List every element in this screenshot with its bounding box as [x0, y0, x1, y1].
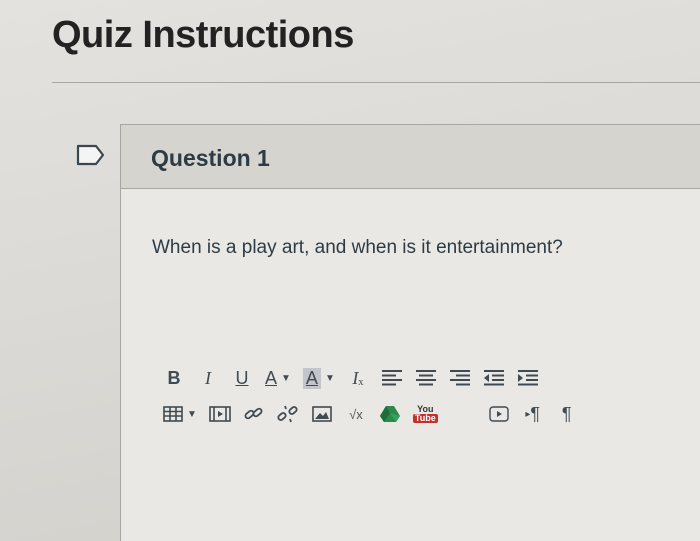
chevron-down-icon: ▼ — [324, 372, 335, 384]
question-card: Question 1 When is a play art, and when … — [120, 124, 700, 541]
toolbar-row-1: B I U A ▼ A ▼ Ix — [163, 363, 700, 393]
bold-button[interactable]: B — [163, 366, 185, 390]
clear-formatting-button[interactable]: Ix — [347, 366, 369, 390]
chevron-down-icon: ▼ — [187, 408, 197, 420]
text-color-label: A — [265, 367, 278, 388]
indent-icon[interactable] — [517, 366, 539, 390]
math-equation-icon[interactable]: √x — [345, 402, 367, 426]
outdent-icon[interactable] — [483, 366, 505, 390]
rtl-paragraph-label: ¶ — [561, 403, 572, 424]
google-drive-icon[interactable] — [379, 402, 401, 426]
rtl-paragraph-icon[interactable]: ¶ — [556, 402, 578, 426]
ltr-paragraph-label: ¶ — [530, 403, 541, 424]
underline-button[interactable]: U — [231, 366, 253, 390]
bookmark-flag-icon[interactable] — [76, 144, 106, 166]
table-icon[interactable]: ▼ — [163, 402, 197, 426]
youtube-icon[interactable]: You Tube — [412, 402, 438, 426]
video-embed-icon[interactable] — [488, 402, 510, 426]
background-color-label: A — [302, 367, 321, 389]
align-left-icon[interactable] — [381, 366, 403, 390]
italic-button[interactable]: I — [197, 366, 219, 390]
media-icon[interactable] — [209, 402, 231, 426]
align-center-icon[interactable] — [415, 366, 437, 390]
title-divider — [52, 82, 700, 83]
ltr-paragraph-icon[interactable]: ▸ ¶ — [522, 402, 544, 426]
question-text: When is a play art, and when is it enter… — [152, 237, 563, 258]
chevron-down-icon: ▼ — [281, 372, 291, 384]
align-right-icon[interactable] — [449, 366, 471, 390]
unlink-icon[interactable] — [277, 402, 299, 426]
rich-text-toolbar: B I U A ▼ A ▼ Ix ▼ √x You Tube ▸ ¶ ¶ — [163, 363, 700, 429]
toolbar-row-2: ▼ √x You Tube ▸ ¶ ¶ — [163, 399, 700, 429]
question-header: Question 1 — [121, 125, 700, 189]
page-title: Quiz Instructions — [52, 14, 354, 56]
image-icon[interactable] — [311, 402, 333, 426]
link-icon[interactable] — [243, 402, 265, 426]
quiz-page: Quiz Instructions Question 1 When is a p… — [0, 0, 700, 541]
question-title: Question 1 — [151, 145, 270, 171]
youtube-label-bottom: Tube — [412, 413, 438, 423]
background-color-button[interactable]: A ▼ — [302, 366, 335, 390]
text-color-button[interactable]: A ▼ — [265, 366, 291, 390]
